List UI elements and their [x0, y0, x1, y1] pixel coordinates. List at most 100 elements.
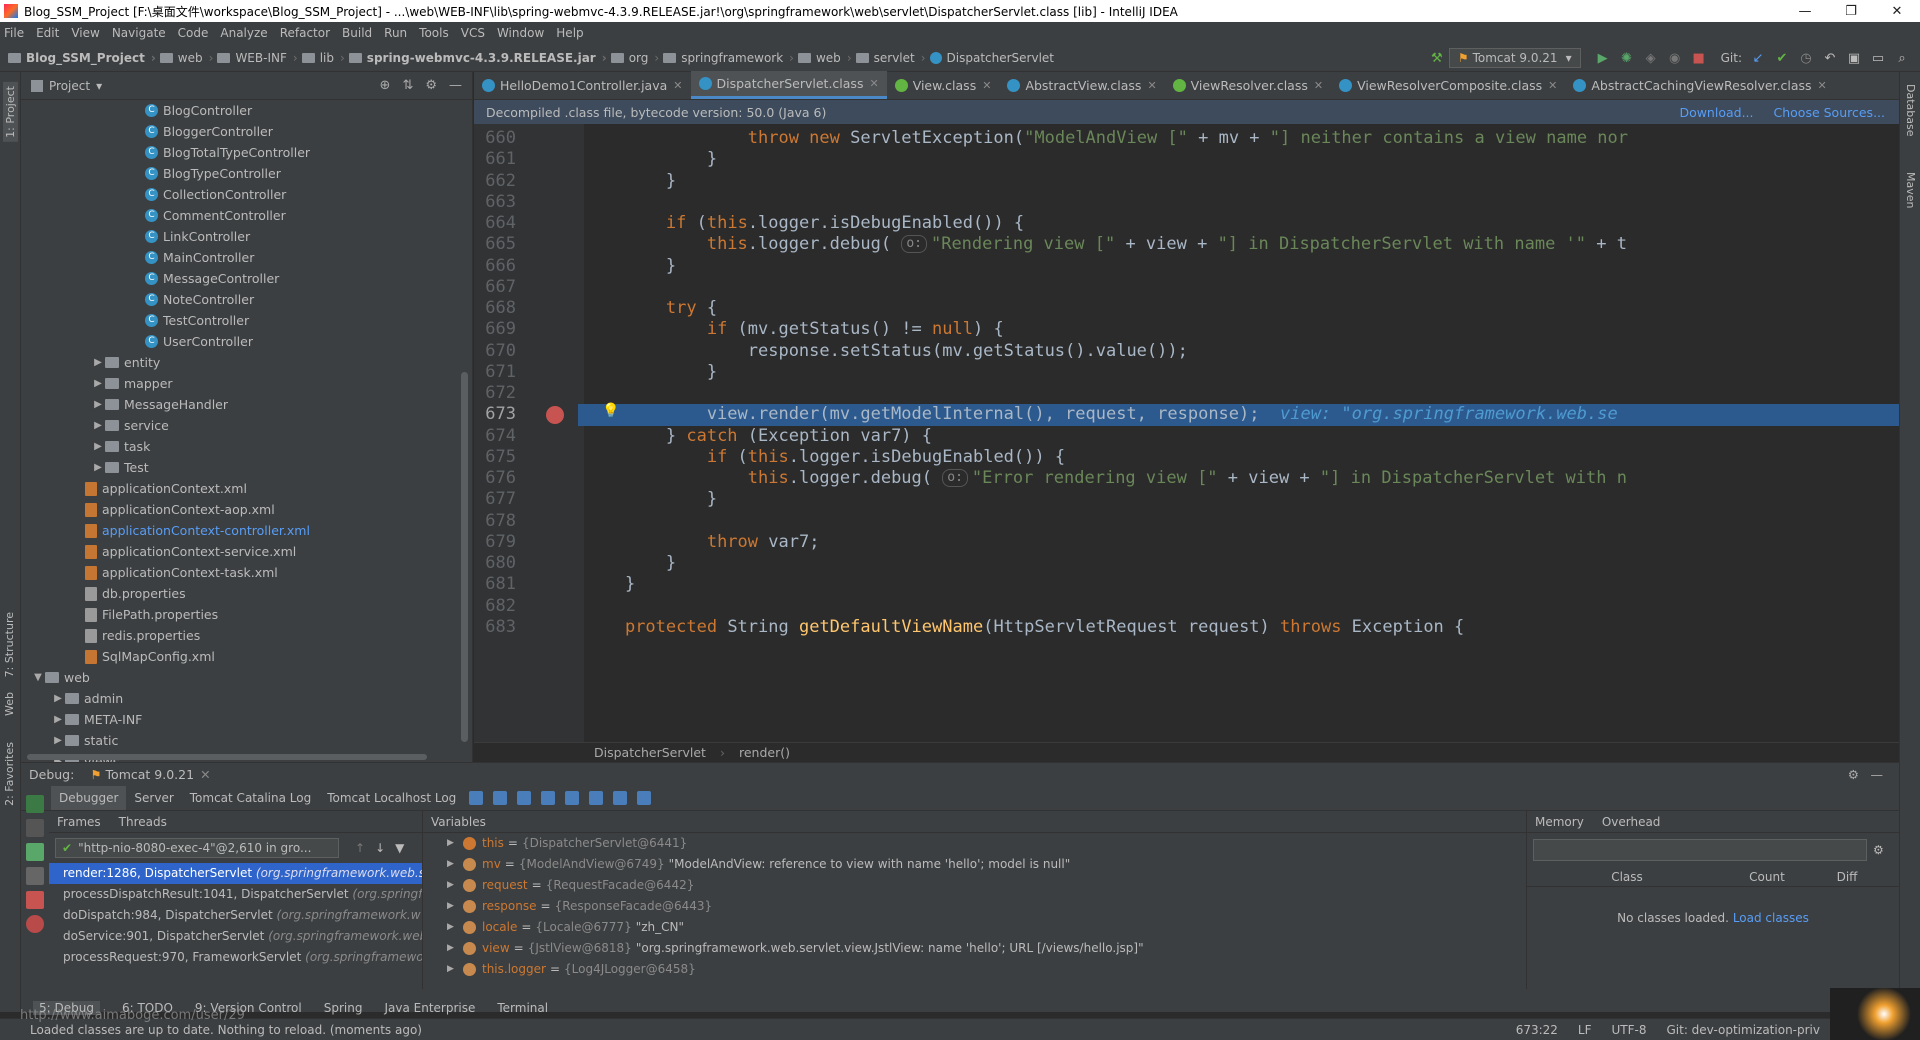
code-line[interactable]: } catch (Exception var7) { — [584, 426, 1899, 447]
expand-arrow-icon[interactable]: ▶ — [447, 854, 463, 875]
breadcrumb-item[interactable]: DispatcherServlet — [929, 51, 1054, 65]
code-line[interactable]: } — [584, 256, 1899, 277]
expand-arrow-icon[interactable]: ▶ — [51, 693, 65, 704]
bottom-tool-tab[interactable]: Spring — [324, 1001, 363, 1015]
expand-arrow-icon[interactable]: ▶ — [91, 357, 105, 368]
code-line[interactable] — [584, 277, 1899, 298]
collapse-all-icon[interactable]: ⇅ — [402, 78, 413, 93]
evaluate-icon[interactable] — [613, 790, 628, 805]
tree-item[interactable]: C BloggerController — [21, 121, 458, 142]
breadcrumb-item[interactable]: Blog_SSM_Project › — [8, 51, 156, 65]
build-hammer-icon[interactable]: ⚒ — [1428, 49, 1446, 67]
breadcrumb-item[interactable]: org › — [610, 51, 659, 65]
tool-tab-web[interactable]: Web — [3, 692, 16, 716]
debug-icon[interactable]: ✺ — [1618, 49, 1636, 67]
expand-arrow-icon[interactable]: ▶ — [51, 714, 65, 725]
expand-arrow-icon[interactable]: ▶ — [91, 399, 105, 410]
close-tab-icon[interactable]: ✕ — [1818, 79, 1827, 92]
tree-item[interactable]: ▶ service — [21, 415, 458, 436]
arrow-down-icon[interactable]: ↓ — [375, 841, 385, 855]
code-line[interactable]: response.setStatus(mv.getStatus().value(… — [584, 341, 1899, 362]
current-execution-line[interactable]: view.render(mv.getModelInternal(), reque… — [584, 404, 1899, 426]
editor-tab[interactable]: ViewResolver.class ✕ — [1165, 71, 1331, 99]
tree-item[interactable]: C CommentController — [21, 205, 458, 226]
code-line[interactable] — [584, 596, 1899, 617]
tree-item[interactable]: C CollectionController — [21, 184, 458, 205]
frames-tab[interactable]: Frames — [57, 815, 101, 829]
breadcrumb-item[interactable]: springframework › — [663, 51, 794, 65]
tree-item[interactable]: ▶ Test — [21, 457, 458, 478]
variable-row[interactable]: ▶ locale = {Locale@6777} "zh_CN" — [423, 917, 1526, 938]
expand-arrow-icon[interactable]: ▶ — [51, 735, 65, 746]
stack-frame[interactable]: render:1286, DispatcherServlet (org.spri… — [49, 863, 422, 884]
search-everywhere-icon[interactable]: ⌕ — [1893, 49, 1911, 67]
step-into-icon[interactable] — [493, 790, 508, 805]
download-link[interactable]: Download... — [1679, 105, 1753, 120]
expand-arrow-icon[interactable]: ▶ — [91, 378, 105, 389]
stack-frame[interactable]: processDispatchResult:1041, DispatcherSe… — [49, 884, 422, 905]
code-line[interactable]: } — [584, 574, 1899, 595]
variable-row[interactable]: ▶ view = {JstlView@6818} "org.springframewor… — [423, 938, 1526, 959]
editor-gutter[interactable]: 660 661 662 663 664 665 666 667 668 669 670 671 672 6… — [474, 124, 584, 742]
close-tab-icon[interactable]: ✕ — [1147, 79, 1156, 92]
chevron-down-icon[interactable]: ▾ — [96, 79, 102, 93]
tree-item[interactable]: C MessageController — [21, 268, 458, 289]
caret-position[interactable]: 673:22 — [1516, 1023, 1558, 1037]
expand-arrow-icon[interactable]: ▶ — [91, 462, 105, 473]
code-line[interactable]: try { — [584, 298, 1899, 319]
menu-code[interactable]: Code — [178, 26, 209, 40]
minimize-button[interactable]: — — [1782, 4, 1828, 19]
bottom-tool-tab[interactable]: Java Enterprise — [384, 1001, 475, 1015]
code-line[interactable]: } — [584, 489, 1899, 510]
drop-frame-icon[interactable] — [565, 790, 580, 805]
code-line[interactable] — [584, 511, 1899, 532]
hide-icon[interactable]: — — [449, 78, 462, 93]
menu-run[interactable]: Run — [384, 26, 407, 40]
tree-item[interactable]: C UserController — [21, 331, 458, 352]
stack-frame[interactable]: doDispatch:984, DispatcherServlet (org.s… — [49, 905, 422, 926]
menu-file[interactable]: File — [4, 26, 24, 40]
menu-vcs[interactable]: VCS — [461, 26, 485, 40]
run-to-cursor-icon[interactable] — [589, 790, 604, 805]
rerun-icon[interactable] — [26, 795, 44, 813]
stop-icon[interactable]: ■ — [1690, 49, 1708, 67]
tree-item[interactable]: ▶ mapper — [21, 373, 458, 394]
line-separator[interactable]: LF — [1578, 1023, 1592, 1037]
memory-tab[interactable]: Memory — [1535, 815, 1584, 829]
arrow-up-icon[interactable]: ↑ — [355, 841, 365, 855]
code-line[interactable]: this.logger.debug( o: "Rendering view [" … — [584, 234, 1899, 255]
bottom-tool-tab[interactable]: Terminal — [497, 1001, 548, 1015]
code-line[interactable]: } — [584, 553, 1899, 574]
git-commit-icon[interactable]: ✔ — [1773, 49, 1791, 67]
code-line[interactable]: } — [584, 362, 1899, 383]
tree-item[interactable]: C LinkController — [21, 226, 458, 247]
debug-tab[interactable]: Tomcat Localhost Log — [319, 786, 464, 810]
editor-tab[interactable]: ViewResolverComposite.class ✕ — [1331, 71, 1565, 99]
editor-tab[interactable]: AbstractCachingViewResolver.class ✕ — [1565, 71, 1834, 99]
breadcrumb-class[interactable]: DispatcherServlet — [594, 745, 706, 760]
gear-icon[interactable]: ⚙ — [1873, 843, 1884, 857]
tree-item[interactable]: C MainController — [21, 247, 458, 268]
breadcrumb-item[interactable]: spring-webmvc-4.3.9.RELEASE.jar › — [348, 51, 607, 65]
locate-icon[interactable]: ⊕ — [380, 78, 391, 93]
tree-item[interactable]: ▶ entity — [21, 352, 458, 373]
gear-icon[interactable]: ⚙ — [425, 78, 437, 93]
close-window-button[interactable]: ✕ — [1874, 4, 1920, 19]
close-tab-icon[interactable]: ✕ — [982, 79, 991, 92]
coverage-icon[interactable]: ◈ — [1642, 49, 1660, 67]
tree-item[interactable]: C NoteController — [21, 289, 458, 310]
memory-search-input[interactable] — [1533, 839, 1867, 861]
hide-icon[interactable]: — — [1871, 767, 1884, 782]
variable-row[interactable]: ▶ request = {RequestFacade@6442} — [423, 875, 1526, 896]
tree-item[interactable]: applicationContext-service.xml — [21, 541, 458, 562]
git-revert-icon[interactable]: ↶ — [1821, 49, 1839, 67]
code-line[interactable]: throw new ServletException("ModelAndView… — [584, 128, 1899, 149]
tree-item[interactable]: db.properties — [21, 583, 458, 604]
menu-window[interactable]: Window — [497, 26, 544, 40]
trace-icon[interactable] — [637, 790, 652, 805]
tool-tab-database[interactable]: Database — [1904, 84, 1917, 137]
overhead-tab[interactable]: Overhead — [1602, 815, 1661, 829]
column-diff[interactable]: Diff — [1807, 870, 1887, 884]
git-update-icon[interactable]: ↙ — [1749, 49, 1767, 67]
breadcrumb-method[interactable]: render() — [739, 745, 790, 760]
